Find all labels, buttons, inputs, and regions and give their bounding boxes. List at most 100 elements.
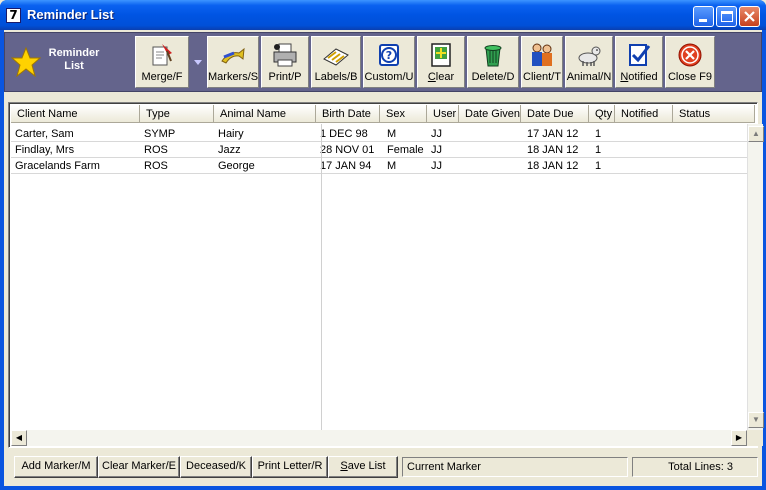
- labels-button[interactable]: Labels/B: [311, 36, 361, 88]
- column-header-sex[interactable]: Sex: [380, 105, 427, 123]
- cell-birth-date: 17 JAN 94: [320, 160, 372, 172]
- notified-button[interactable]: Notified: [615, 36, 663, 88]
- save-list-hotkey: S: [340, 460, 348, 472]
- reminder-list-view[interactable]: Client Name Type Animal Name Birth Date …: [8, 102, 764, 448]
- toolbar: Reminder List Merge/F Markers/S Print/P …: [4, 32, 762, 92]
- print-letter-button[interactable]: Print Letter/R: [252, 456, 328, 478]
- cell-user: JJ: [431, 128, 442, 140]
- merge-document-icon: [152, 44, 172, 66]
- cell-qty: 1: [595, 144, 602, 156]
- cell-qty: 1: [595, 160, 602, 172]
- column-header-birth-date[interactable]: Birth Date: [316, 105, 380, 123]
- merge-dropdown[interactable]: [191, 36, 205, 88]
- client-area: Reminder List Merge/F Markers/S Print/P …: [4, 30, 764, 486]
- cell-birth-date: 28 NOV 01: [320, 144, 375, 156]
- scroll-left-button[interactable]: ◀: [11, 430, 27, 446]
- cell-status: [673, 143, 747, 158]
- window-close-button[interactable]: [739, 6, 760, 27]
- printer-icon: [273, 43, 297, 67]
- maximize-button[interactable]: [716, 6, 737, 27]
- close-f9-button[interactable]: Close F9: [665, 36, 715, 88]
- add-marker-button[interactable]: Add Marker/M: [14, 456, 98, 478]
- deceased-button[interactable]: Deceased/K: [180, 456, 252, 478]
- scroll-right-button[interactable]: ▶: [731, 430, 747, 446]
- title-line-1: Reminder: [48, 47, 100, 59]
- cell-date-given: [459, 159, 521, 174]
- cell-qty: 1: [595, 128, 602, 140]
- labels-icon: [323, 48, 349, 66]
- arrow-up-icon: ▲: [752, 129, 760, 138]
- clear-button[interactable]: Clear: [417, 36, 465, 88]
- save-list-button[interactable]: Save List: [328, 456, 398, 478]
- column-header-user[interactable]: User: [427, 105, 459, 123]
- toolbar-title-label: Reminder List: [43, 47, 105, 73]
- minimize-button[interactable]: [693, 6, 714, 27]
- column-header-animal-name[interactable]: Animal Name: [214, 105, 316, 123]
- toolbar-title: Reminder List: [9, 41, 133, 85]
- svg-text:?: ?: [386, 49, 392, 62]
- client-label: Client/T: [523, 71, 561, 83]
- animal-button[interactable]: Animal/N: [565, 36, 613, 88]
- table-row[interactable]: Carter, Sam SYMP Hairy 1 DEC 98 M JJ 17 …: [11, 126, 747, 142]
- column-divider: [321, 124, 322, 430]
- cell-sex: M: [387, 128, 397, 140]
- trash-bin-icon: [484, 45, 502, 67]
- table-row[interactable]: Findlay, Mrs ROS Jazz 28 NOV 01 Female J…: [11, 142, 747, 158]
- print-button[interactable]: Print/P: [261, 36, 309, 88]
- vertical-scrollbar[interactable]: ▲ ▼: [747, 124, 764, 430]
- delete-label: Delete/D: [471, 71, 515, 83]
- column-header-status[interactable]: Status: [673, 105, 755, 123]
- cell-status: [673, 159, 747, 174]
- markers-button[interactable]: Markers/S: [207, 36, 259, 88]
- column-header-date-due[interactable]: Date Due: [521, 105, 589, 123]
- clear-label: Clear: [418, 71, 464, 83]
- column-header-type[interactable]: Type: [140, 105, 214, 123]
- cell-notified: [615, 143, 673, 158]
- cell-date-due: 18 JAN 12: [527, 160, 579, 172]
- close-f9-label: Close F9: [667, 71, 713, 83]
- cell-animal-name: Jazz: [218, 144, 241, 156]
- clear-marker-button[interactable]: Clear Marker/E: [98, 456, 180, 478]
- arrow-left-icon: ◀: [15, 433, 23, 442]
- arrow-right-icon: ▶: [735, 433, 743, 442]
- cell-type: ROS: [144, 160, 168, 172]
- column-header-qty[interactable]: Qty: [589, 105, 615, 123]
- notified-check-icon: [629, 44, 651, 66]
- column-header-client-name[interactable]: Client Name: [11, 105, 140, 123]
- minimize-icon: [699, 19, 707, 22]
- labels-label: Labels/B: [314, 71, 358, 83]
- column-header-notified[interactable]: Notified: [615, 105, 673, 123]
- title-bar[interactable]: 7 Reminder List: [0, 0, 766, 30]
- client-people-icon: [532, 43, 552, 66]
- cell-user: JJ: [431, 144, 442, 156]
- scroll-up-button[interactable]: ▲: [748, 126, 764, 142]
- cell-type: ROS: [144, 144, 168, 156]
- column-header-date-given[interactable]: Date Given: [459, 105, 521, 123]
- cell-sex: Female: [387, 144, 424, 156]
- current-marker-field: Current Marker: [402, 457, 628, 477]
- cell-notified: [615, 159, 673, 174]
- cell-date-due: 18 JAN 12: [527, 144, 579, 156]
- cell-status: [673, 127, 747, 142]
- close-icon: [744, 11, 755, 22]
- custom-button[interactable]: ? Custom/U: [363, 36, 415, 88]
- question-icon: ?: [379, 44, 399, 66]
- animal-label: Animal/N: [566, 71, 612, 83]
- cell-date-due: 17 JAN 12: [527, 128, 579, 140]
- title-line-2: List: [64, 60, 84, 72]
- cell-date-given: [459, 143, 521, 158]
- cell-client-name: Findlay, Mrs: [15, 144, 75, 156]
- delete-button[interactable]: Delete/D: [467, 36, 519, 88]
- client-button[interactable]: Client/T: [521, 36, 563, 88]
- notified-label: Notified: [616, 71, 662, 83]
- app-icon[interactable]: 7: [6, 8, 21, 23]
- scroll-corner: [747, 430, 763, 446]
- merge-button[interactable]: Merge/F: [135, 36, 189, 88]
- scroll-down-button[interactable]: ▼: [748, 412, 764, 428]
- maximize-icon: [721, 11, 733, 22]
- table-row[interactable]: Gracelands Farm ROS George 17 JAN 94 M J…: [11, 158, 747, 174]
- cell-user: JJ: [431, 160, 442, 172]
- custom-label: Custom/U: [364, 71, 414, 83]
- cell-animal-name: Hairy: [218, 128, 244, 140]
- horizontal-scrollbar[interactable]: ◀ ▶: [11, 430, 747, 446]
